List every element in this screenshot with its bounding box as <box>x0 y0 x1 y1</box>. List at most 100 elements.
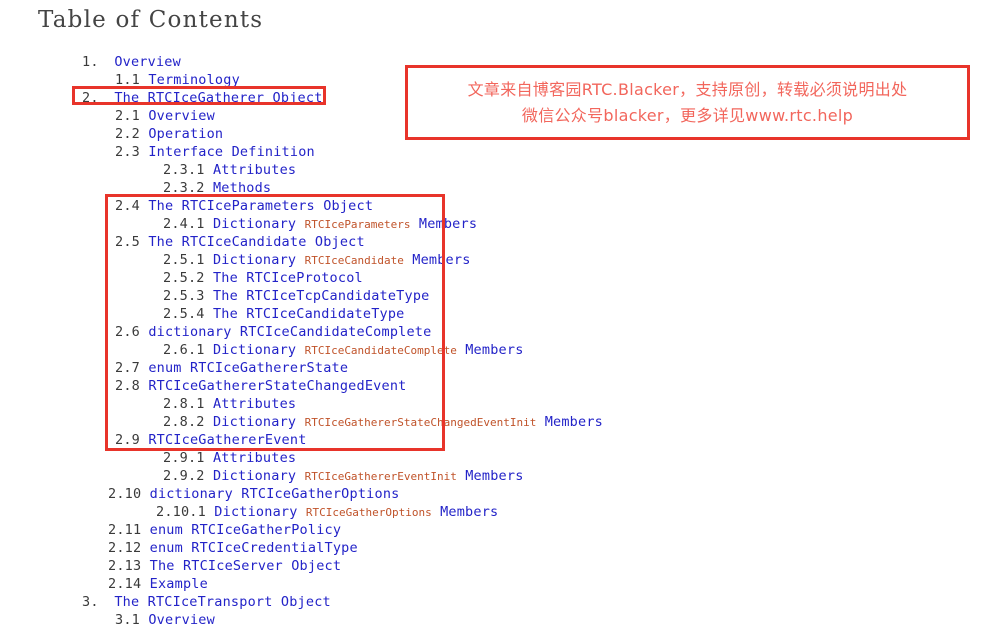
toc-entry-number: 2.9.2 <box>163 468 205 484</box>
toc-entry-number: 2.6 <box>115 324 140 340</box>
toc-entry-number: 2. <box>82 90 99 106</box>
toc-entry[interactable]: 2.10.1 Dictionary RTCIceGatherOptions Me… <box>0 503 700 521</box>
toc-entry-link[interactable]: Dictionary <box>213 342 305 358</box>
toc-entry-link[interactable]: Dictionary <box>213 252 305 268</box>
toc-entry-link[interactable]: RTCIceGathererEvent <box>148 432 306 448</box>
toc-entry-link[interactable]: The RTCIceGatherer Object <box>114 90 322 106</box>
toc-entry[interactable]: 2.8.1 Attributes <box>0 395 700 413</box>
toc-entry-number: 2.7 <box>115 360 140 376</box>
toc-entry-link[interactable]: The RTCIceTcpCandidateType <box>213 288 430 304</box>
toc-entry-number: 2.3 <box>115 144 140 160</box>
toc-entry-link[interactable]: The RTCIceProtocol <box>213 270 363 286</box>
toc-entry-link[interactable]: Dictionary <box>214 504 306 520</box>
toc-entry-link[interactable]: Overview <box>114 54 181 70</box>
toc-entry-link[interactable]: The RTCIceServer Object <box>150 558 342 574</box>
toc-entry-number: 1.1 <box>115 72 140 88</box>
toc-entry[interactable]: 2.10 dictionary RTCIceGatherOptions <box>0 485 700 503</box>
toc-entry[interactable]: 2.5 The RTCIceCandidate Object <box>0 233 700 251</box>
toc-entry-number: 2.2 <box>115 126 140 142</box>
toc-entry[interactable]: 2.11 enum RTCIceGatherPolicy <box>0 521 700 539</box>
toc-entry-link[interactable]: Overview <box>148 108 215 124</box>
toc-entry[interactable]: 2.9.1 Attributes <box>0 449 700 467</box>
toc-entry-number: 2.5.2 <box>163 270 205 286</box>
toc-entry-number: 2.6.1 <box>163 342 205 358</box>
toc-entry-link-tail[interactable]: Members <box>536 414 603 430</box>
toc-entry[interactable]: 2.7 enum RTCIceGathererState <box>0 359 700 377</box>
toc-entry-number: 2.8 <box>115 378 140 394</box>
toc-entry[interactable]: 2.9.2 Dictionary RTCIceGathererEventInit… <box>0 467 700 485</box>
toc-entry[interactable]: 2.8.2 Dictionary RTCIceGathererStateChan… <box>0 413 700 431</box>
toc-entry[interactable]: 2.5.4 The RTCIceCandidateType <box>0 305 700 323</box>
toc-entry-number: 2.3.1 <box>163 162 205 178</box>
toc-entry[interactable]: 3. The RTCIceTransport Object <box>0 593 700 611</box>
toc-entry-number: 2.13 <box>108 558 142 574</box>
toc-entry-number: 2.9.1 <box>163 450 205 466</box>
watermark-note: 文章来自博客园RTC.Blacker，支持原创，转载必须说明出处 微信公众号bl… <box>405 65 970 140</box>
toc-entry[interactable]: 2.3 Interface Definition <box>0 143 700 161</box>
toc-entry-number: 2.5.1 <box>163 252 205 268</box>
toc-entry-link[interactable]: The RTCIceTransport Object <box>114 594 331 610</box>
toc-entry[interactable]: 2.6.1 Dictionary RTCIceCandidateComplete… <box>0 341 700 359</box>
toc-entry-link[interactable]: Terminology <box>148 72 240 88</box>
toc-entry-number: 3.1 <box>115 612 140 628</box>
toc-entry[interactable]: 2.13 The RTCIceServer Object <box>0 557 700 575</box>
toc-entry-number: 1. <box>82 54 99 70</box>
toc-page: Table of Contents 1. Overview 1.1 Termino… <box>0 0 998 629</box>
toc-entry-number: 3. <box>82 594 99 610</box>
toc-entry[interactable]: 2.3.1 Attributes <box>0 161 700 179</box>
toc-entry[interactable]: 2.5.1 Dictionary RTCIceCandidate Members <box>0 251 700 269</box>
toc-entry-link[interactable]: Dictionary <box>213 468 305 484</box>
toc-entry-code: RTCIceGatherOptions <box>305 506 432 519</box>
toc-entry-number: 2.4 <box>115 198 140 214</box>
toc-entry-link[interactable]: Operation <box>148 126 223 142</box>
toc-entry[interactable]: 3.1 Overview <box>0 611 700 629</box>
toc-entry-link[interactable]: dictionary RTCIceGatherOptions <box>150 486 400 502</box>
toc-entry-link-tail[interactable]: Members <box>404 252 471 268</box>
toc-entry[interactable]: 2.8 RTCIceGathererStateChangedEvent <box>0 377 700 395</box>
toc-entry-link[interactable]: Attributes <box>213 396 296 412</box>
toc-entry-number: 2.5.4 <box>163 306 205 322</box>
toc-entry-code: RTCIceCandidate <box>304 254 404 267</box>
toc-entry[interactable]: 2.4.1 Dictionary RTCIceParameters Member… <box>0 215 700 233</box>
toc-entry-link[interactable]: The RTCIceCandidateType <box>213 306 405 322</box>
toc-entry-link[interactable]: Dictionary <box>213 216 305 232</box>
toc-entry-link[interactable]: RTCIceGathererStateChangedEvent <box>148 378 406 394</box>
toc-entry-number: 2.4.1 <box>163 216 205 232</box>
toc-entry-number: 2.10.1 <box>156 504 206 520</box>
toc-entry[interactable]: 2.4 The RTCIceParameters Object <box>0 197 700 215</box>
toc-entry-link-tail[interactable]: Members <box>457 342 524 358</box>
toc-entry[interactable]: 2.5.2 The RTCIceProtocol <box>0 269 700 287</box>
toc-entry-number: 2.10 <box>108 486 142 502</box>
toc-entry-link-tail[interactable]: Members <box>411 216 478 232</box>
toc-entry-number: 2.8.1 <box>163 396 205 412</box>
toc-entry[interactable]: 2.3.2 Methods <box>0 179 700 197</box>
toc-entry-link-tail[interactable]: Members <box>432 504 499 520</box>
toc-entry-link[interactable]: Example <box>150 576 208 592</box>
toc-entry-link[interactable]: The RTCIceParameters Object <box>148 198 373 214</box>
toc-entry-link[interactable]: Attributes <box>213 450 296 466</box>
toc-entry-link[interactable]: Overview <box>148 612 215 628</box>
toc-entry-link[interactable]: Interface Definition <box>148 144 315 160</box>
toc-entry[interactable]: 2.12 enum RTCIceCredentialType <box>0 539 700 557</box>
toc-entry-link[interactable]: enum RTCIceCredentialType <box>150 540 358 556</box>
toc-entry[interactable]: 2.6 dictionary RTCIceCandidateComplete <box>0 323 700 341</box>
toc-entry-number: 2.12 <box>108 540 142 556</box>
toc-entry-code: RTCIceParameters <box>304 218 411 231</box>
toc-entry-number: 2.11 <box>108 522 142 538</box>
toc-entry-link[interactable]: Methods <box>213 180 271 196</box>
toc-entry[interactable]: 2.9 RTCIceGathererEvent <box>0 431 700 449</box>
toc-entry-link[interactable]: Dictionary <box>213 414 305 430</box>
page-title: Table of Contents <box>38 7 264 33</box>
toc-entry-link[interactable]: enum RTCIceGathererState <box>148 360 348 376</box>
toc-entry[interactable]: 2.14 Example <box>0 575 700 593</box>
toc-entry-number: 2.8.2 <box>163 414 205 430</box>
toc-entry[interactable]: 2.5.3 The RTCIceTcpCandidateType <box>0 287 700 305</box>
toc-entry-link[interactable]: enum RTCIceGatherPolicy <box>150 522 342 538</box>
toc-entry-link[interactable]: Attributes <box>213 162 296 178</box>
watermark-note-line-1: 文章来自博客园RTC.Blacker，支持原创，转载必须说明出处 <box>467 79 908 99</box>
toc-entry-code: RTCIceGathererStateChangedEventInit <box>304 416 537 429</box>
toc-entry-link[interactable]: The RTCIceCandidate Object <box>148 234 365 250</box>
toc-entry-link[interactable]: dictionary RTCIceCandidateComplete <box>148 324 431 340</box>
toc-entry-link-tail[interactable]: Members <box>457 468 524 484</box>
toc-entry-code: RTCIceCandidateComplete <box>304 344 457 357</box>
